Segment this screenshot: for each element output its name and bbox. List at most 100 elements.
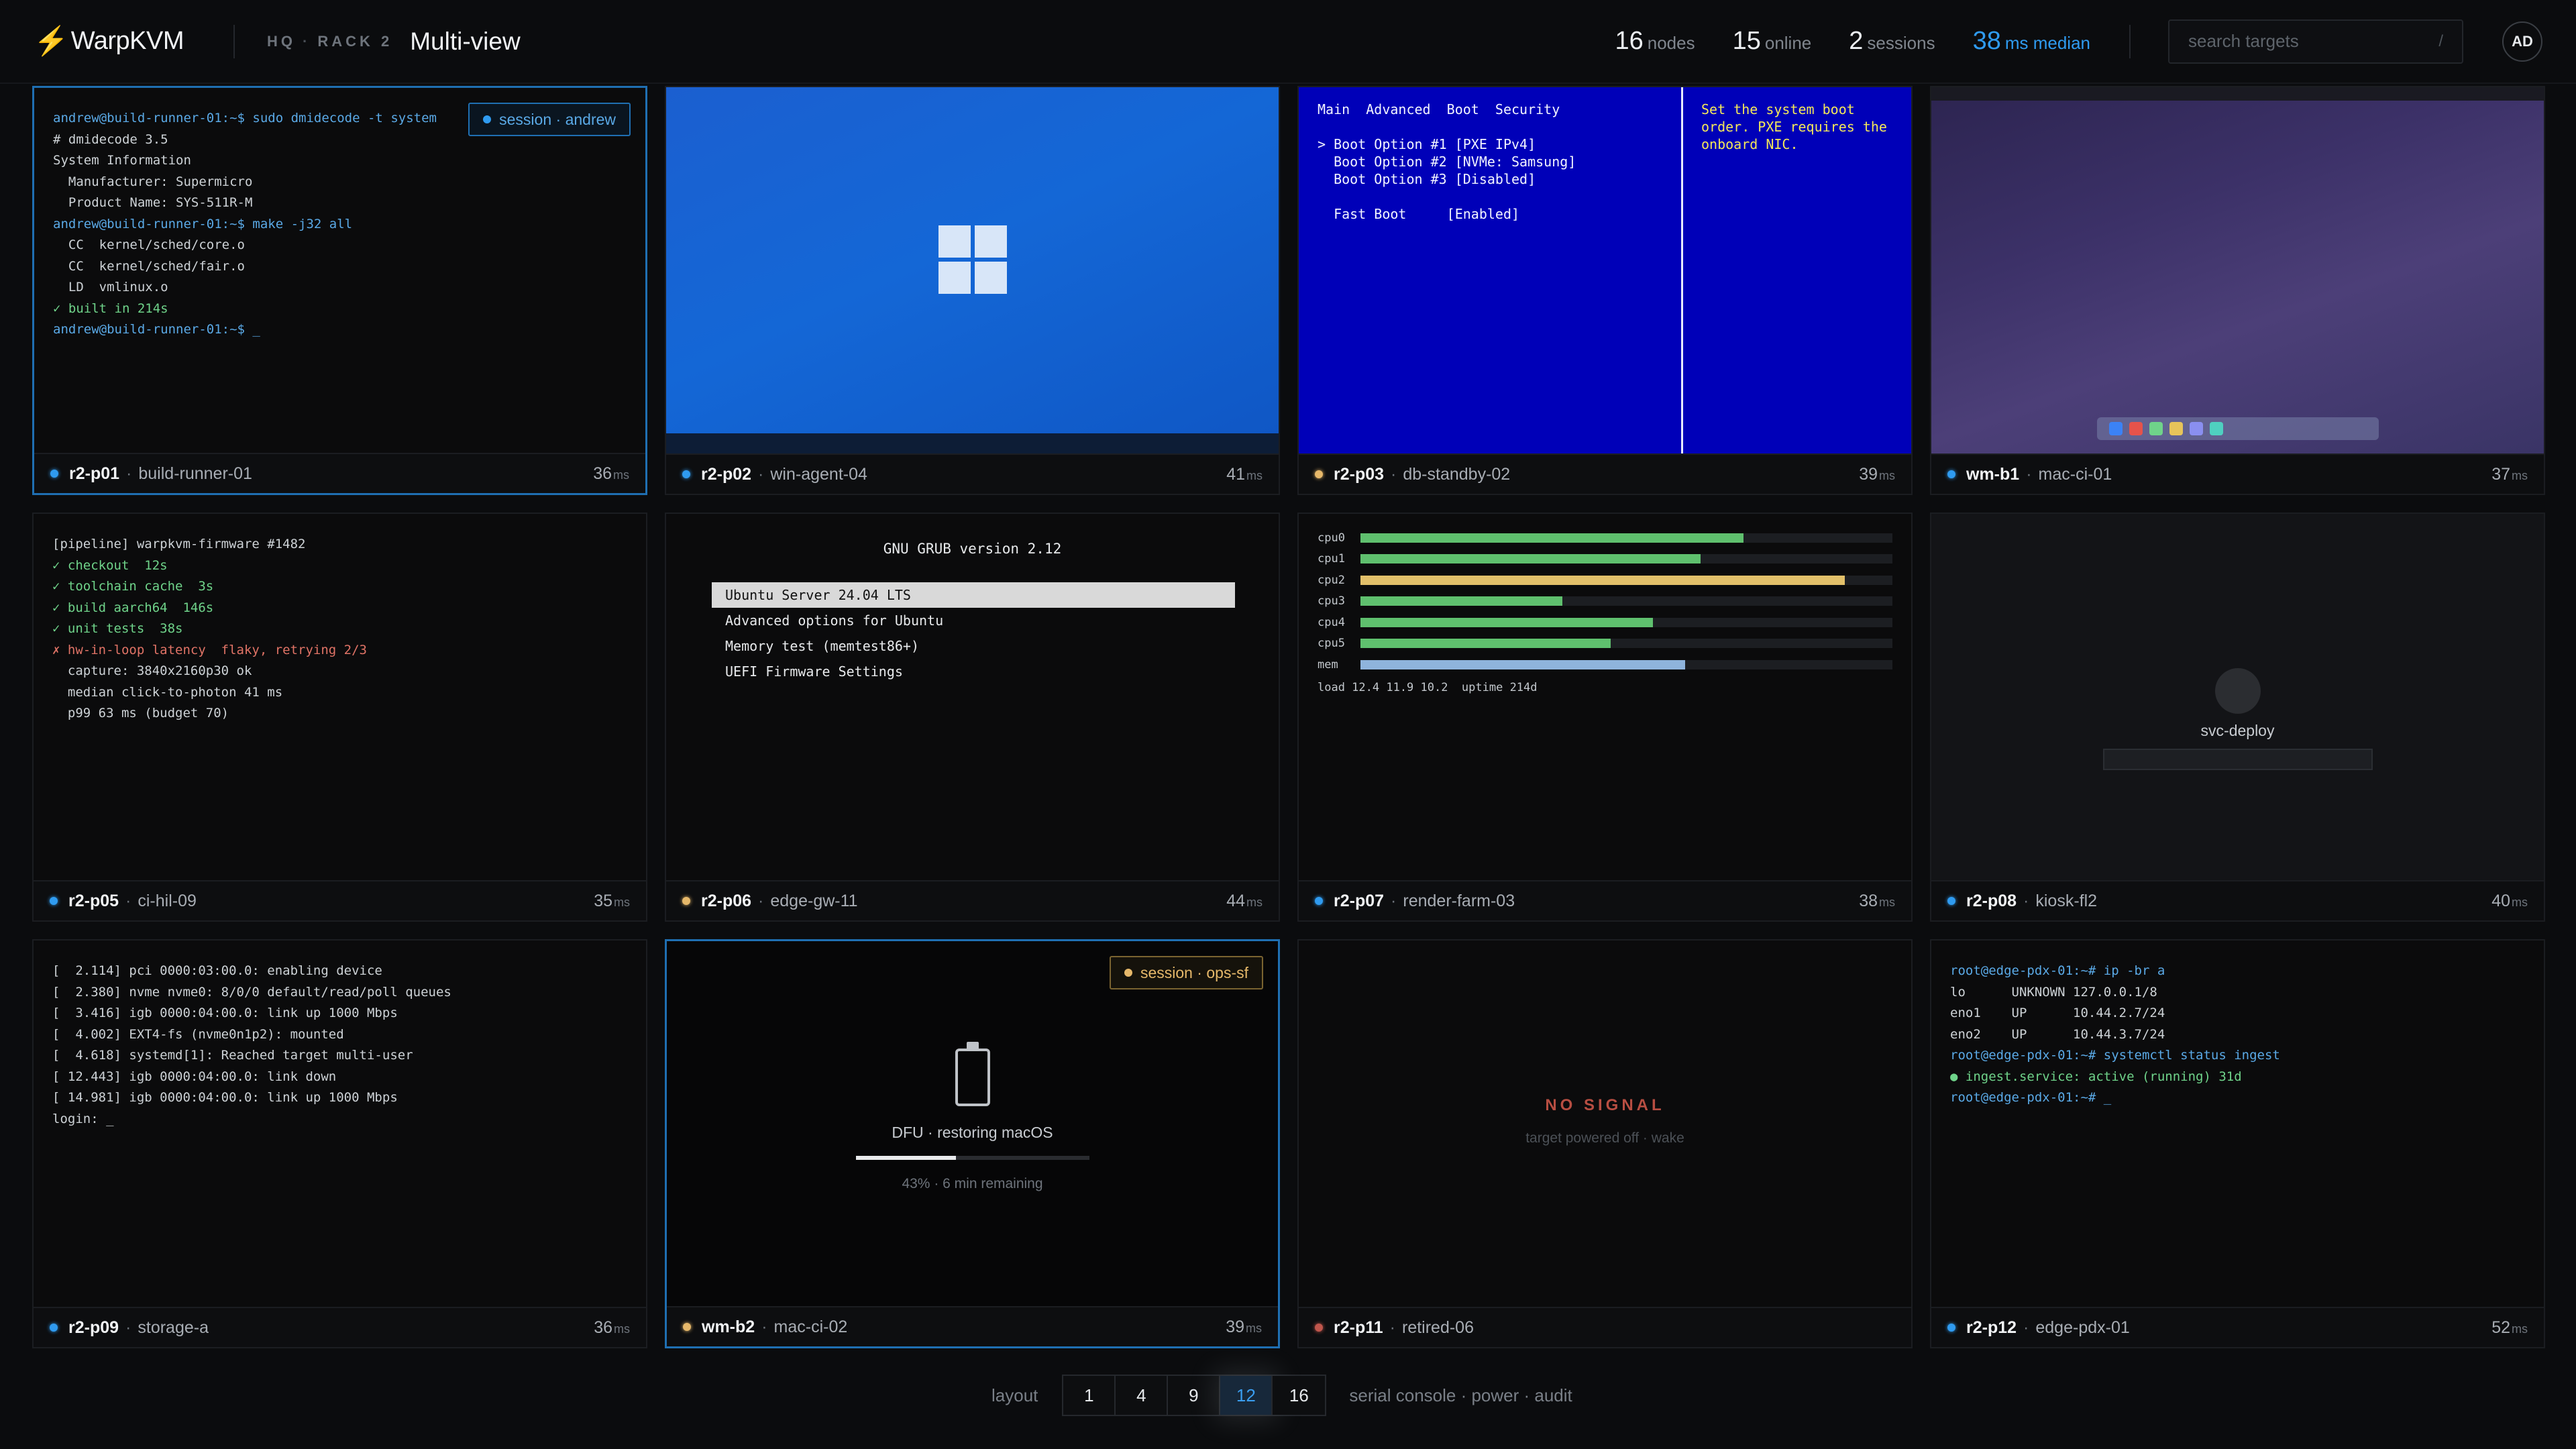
target-screen[interactable]: Main Advanced Boot Security > Boot Optio… — [1299, 87, 1911, 453]
layout-option-1[interactable]: 1 — [1063, 1376, 1116, 1415]
session-badge-label: session · andrew — [499, 110, 616, 128]
bolt-logo-icon: ⚡ — [34, 25, 68, 56]
mac-dock — [2096, 417, 2379, 440]
latency: 37 ms — [2491, 464, 2528, 484]
grub-menu: Ubuntu Server 24.04 LTS Advanced options… — [712, 582, 1235, 684]
usage-bar-label: mem — [1318, 657, 1338, 672]
dock-app-icon[interactable] — [2209, 422, 2223, 435]
restore-progress-fill — [855, 1156, 957, 1160]
breadcrumb-rack[interactable]: RACK 2 — [317, 33, 392, 50]
target-tile[interactable]: svc-deploy r2-p08 · kiosk-fl2 40 ms — [1930, 513, 2545, 922]
dock-app-icon[interactable] — [2108, 422, 2123, 435]
latency: 41 ms — [1226, 464, 1263, 484]
grub-item[interactable]: Ubuntu Server 24.04 LTS — [712, 582, 1235, 608]
tile-footer: r2-p03 · db-standby-02 39 ms — [1299, 453, 1911, 494]
target-tile[interactable]: [pipeline] warpkvm-firmware #1482 ✓ chec… — [32, 513, 647, 922]
kiosk-input[interactable] — [2102, 749, 2373, 770]
layout-option-12[interactable]: 12 — [1220, 1376, 1273, 1415]
search-box[interactable]: / — [2168, 19, 2463, 64]
grub-title: GNU GRUB version 2.12 — [883, 541, 1062, 557]
mac-menubar — [1931, 87, 2544, 101]
usage-bar-track — [1360, 617, 1892, 627]
target-tile[interactable]: DFU · restoring macOS 43% · 6 min remain… — [665, 939, 1280, 1348]
layout-option-16[interactable]: 16 — [1273, 1376, 1326, 1415]
tile-footer: wm-b2 · mac-ci-02 39 ms — [667, 1306, 1278, 1346]
target-screen[interactable]: GNU GRUB version 2.12 Ubuntu Server 24.0… — [666, 514, 1279, 880]
target-tile[interactable]: Main Advanced Boot Security > Boot Optio… — [1297, 86, 1913, 495]
target-tile[interactable]: GNU GRUB version 2.12 Ubuntu Server 24.0… — [665, 513, 1280, 922]
dock-app-icon[interactable] — [2149, 422, 2163, 435]
kiosk-label: svc-deploy — [2200, 722, 2275, 739]
layout-option-9[interactable]: 9 — [1168, 1376, 1221, 1415]
stat-median-latency: 38 ms median — [1973, 27, 2090, 56]
tile-footer: r2-p01 · build-runner-01 36 ms — [34, 453, 645, 493]
session-dot-icon — [1124, 969, 1132, 977]
stat-online-label: online — [1764, 33, 1812, 53]
stat-sessions-label: sessions — [1867, 33, 1935, 53]
grub-item[interactable]: Memory test (memtest86+) — [712, 633, 1235, 659]
target-tile[interactable]: r2-p02 · win-agent-04 41 ms — [665, 86, 1280, 495]
dock-app-icon[interactable] — [2189, 422, 2203, 435]
tool-links[interactable]: serial console · power · audit — [1349, 1385, 1572, 1406]
layout-option-4[interactable]: 4 — [1116, 1376, 1169, 1415]
avatar-placeholder — [2214, 668, 2261, 714]
target-id: r2-p11 — [1334, 1318, 1383, 1337]
target-tile[interactable]: root@edge-pdx-01:~# ip -br a lo UNKNOWN … — [1930, 939, 2545, 1348]
target-screen[interactable]: [ 2.114] pci 0000:03:00.0: enabling devi… — [34, 941, 646, 1307]
usage-bar-label: cpu3 — [1318, 594, 1345, 608]
target-screen[interactable] — [1931, 87, 2544, 453]
latency: 38 ms — [1859, 891, 1895, 910]
usage-bar-fill — [1360, 659, 1685, 669]
target-screen[interactable] — [666, 87, 1279, 453]
tile-footer: r2-p05 · ci-hil-09 35 ms — [34, 880, 646, 920]
target-host: mac-ci-02 — [773, 1317, 848, 1336]
top-bar: ⚡ WarpKVM HQ · RACK 2 Multi-view 16 nodes 1… — [0, 0, 2576, 84]
app-logo[interactable]: ⚡ WarpKVM — [34, 25, 195, 58]
search-input[interactable] — [2188, 31, 2439, 52]
usage-bar-track — [1360, 554, 1892, 564]
target-id: r2-p05 — [68, 891, 119, 910]
target-tile[interactable]: andrew@build-runner-01:~$ sudo dmidecode… — [32, 86, 647, 495]
status-dot-icon — [1315, 470, 1323, 478]
target-screen[interactable]: svc-deploy — [1931, 514, 2544, 880]
user-avatar[interactable]: AD — [2502, 21, 2542, 62]
target-host: edge-pdx-01 — [2035, 1318, 2130, 1337]
target-screen[interactable]: DFU · restoring macOS 43% · 6 min remain… — [667, 941, 1278, 1306]
stat-nodes: 16 nodes — [1615, 27, 1695, 56]
bios-help: Set the system boot order. PXE requires … — [1701, 101, 1887, 152]
breadcrumb-site[interactable]: HQ — [267, 33, 296, 50]
target-tile[interactable]: cpu0 cpu1 cpu2 cpu3 cpu4 cpu5 mem load 12.4 11… — [1297, 513, 1913, 922]
target-tile[interactable]: [ 2.114] pci 0000:03:00.0: enabling devi… — [32, 939, 647, 1348]
target-id: r2-p02 — [701, 464, 752, 484]
page-title: Multi-view — [410, 27, 521, 55]
target-screen[interactable]: [pipeline] warpkvm-firmware #1482 ✓ chec… — [34, 514, 646, 880]
latency: 39 ms — [1859, 464, 1895, 484]
target-host: retired-06 — [1402, 1318, 1474, 1337]
status-dot-icon — [1315, 1324, 1323, 1332]
target-screen[interactable]: NO SIGNAL target powered off · wake — [1299, 941, 1911, 1307]
usage-bar-track — [1360, 533, 1892, 543]
target-screen[interactable]: andrew@build-runner-01:~$ sudo dmidecode… — [34, 88, 645, 453]
breadcrumb: HQ · RACK 2 — [267, 33, 392, 50]
device-icon — [955, 1049, 990, 1106]
usage-bar-row: cpu5 — [1318, 633, 1892, 655]
usage-bar-track — [1360, 596, 1892, 606]
stats-summary: 16 nodes 15 online 2 sessions 38 ms median — [1615, 27, 2090, 56]
target-screen[interactable]: cpu0 cpu1 cpu2 cpu3 cpu4 cpu5 mem load 12.4 11… — [1299, 514, 1911, 880]
no-signal-subtitle[interactable]: target powered off · wake — [1299, 1130, 1911, 1146]
session-badge[interactable]: session · ops-sf — [1109, 956, 1263, 989]
target-tile[interactable]: NO SIGNAL target powered off · wake r2-p… — [1297, 939, 1913, 1348]
target-screen[interactable]: root@edge-pdx-01:~# ip -br a lo UNKNOWN … — [1931, 941, 2544, 1307]
target-host: ci-hil-09 — [138, 891, 197, 910]
stat-nodes-label: nodes — [1647, 33, 1695, 53]
dock-app-icon[interactable] — [2169, 422, 2183, 435]
bios-divider — [1681, 87, 1683, 453]
grub-item[interactable]: UEFI Firmware Settings — [712, 659, 1235, 684]
session-dot-icon — [483, 115, 492, 123]
grub-item[interactable]: Advanced options for Ubuntu — [712, 608, 1235, 633]
status-dot-icon — [50, 897, 58, 905]
target-tile[interactable]: wm-b1 · mac-ci-01 37 ms — [1930, 86, 2545, 495]
session-badge[interactable]: session · andrew — [468, 103, 631, 136]
dock-app-icon[interactable] — [2129, 422, 2143, 435]
usage-bar-fill — [1360, 575, 1845, 585]
